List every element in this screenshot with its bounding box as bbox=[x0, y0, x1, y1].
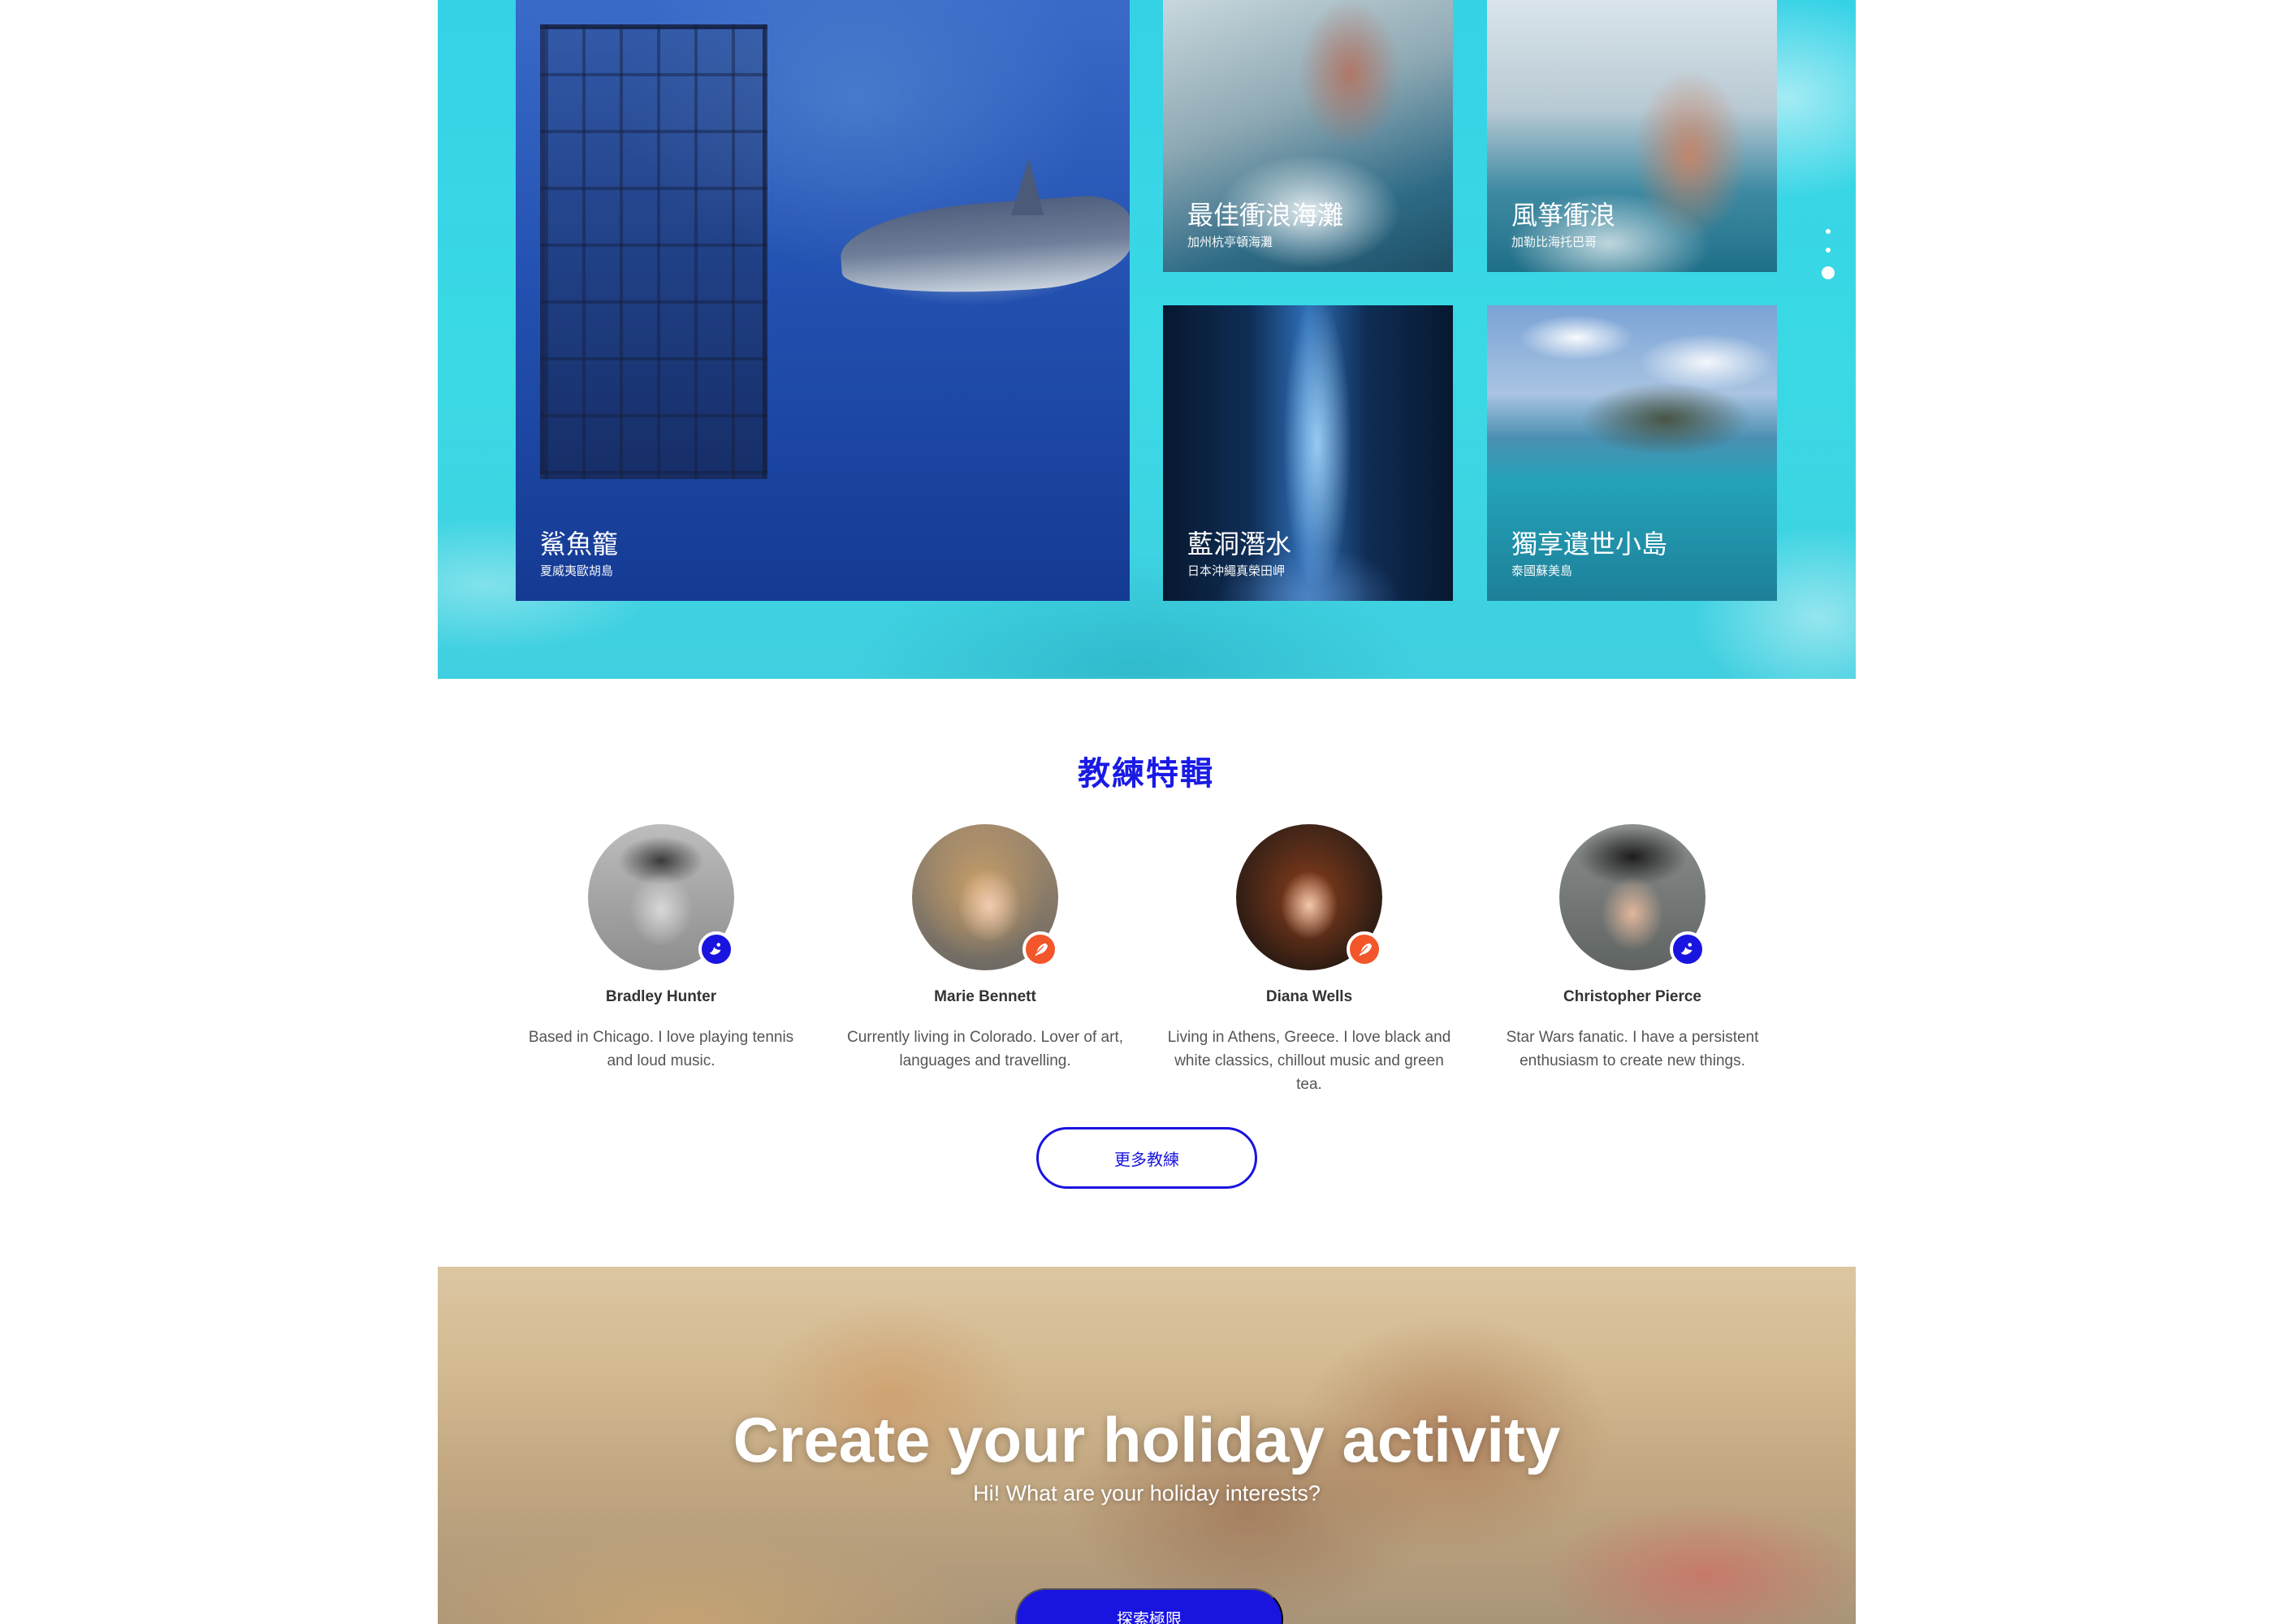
tile-caption: 最佳衝浪海灘 加州杭亭頓海灘 bbox=[1187, 199, 1343, 251]
pagination-dot-2[interactable] bbox=[1826, 248, 1831, 253]
coach-card[interactable]: Marie Bennett Currently living in Colora… bbox=[839, 824, 1131, 1073]
tile-title: 鯊魚籠 bbox=[540, 529, 619, 559]
coach-name[interactable]: Marie Bennett bbox=[839, 988, 1131, 1006]
shark-fin-image bbox=[1011, 158, 1044, 215]
holiday-banner: Create your holiday activity Hi! What ar… bbox=[438, 1267, 1856, 1624]
tile-caption: 風箏衝浪 加勒比海托巴哥 bbox=[1511, 199, 1615, 251]
pagination-dot-1[interactable] bbox=[1826, 229, 1831, 234]
tile-caption: 藍洞潛水 日本沖繩真榮田岬 bbox=[1187, 528, 1291, 580]
shark-image bbox=[837, 192, 1130, 303]
tile-subtitle: 加州杭亭頓海灘 bbox=[1187, 235, 1273, 249]
pagination-dot-3-active[interactable] bbox=[1822, 266, 1835, 279]
destination-tile-blue-cave-diving[interactable]: 藍洞潛水 日本沖繩真榮田岬 bbox=[1163, 305, 1453, 601]
coach-name[interactable]: Christopher Pierce bbox=[1486, 988, 1779, 1006]
tile-title: 最佳衝浪海灘 bbox=[1187, 200, 1344, 231]
tile-title: 藍洞潛水 bbox=[1187, 529, 1292, 559]
more-coaches-button[interactable]: 更多教練 bbox=[1036, 1127, 1257, 1189]
feather-icon bbox=[1022, 931, 1058, 967]
coach-card[interactable]: Christopher Pierce Star Wars fanatic. I … bbox=[1486, 824, 1779, 1073]
coach-name[interactable]: Diana Wells bbox=[1163, 988, 1455, 1006]
coach-bio: Based in Chicago. I love playing tennis … bbox=[528, 1029, 794, 1069]
avatar-wrap bbox=[1236, 824, 1382, 970]
destinations-panel: 鯊魚籠 夏威夷歐胡島 最佳衝浪海灘 加州杭亭頓海灘 風箏衝浪 加勒比海托巴哥 藍… bbox=[438, 0, 1856, 679]
tile-title: 獨享遺世小島 bbox=[1511, 529, 1668, 559]
surf-icon bbox=[1670, 931, 1706, 967]
coach-card[interactable]: Bradley Hunter Based in Chicago. I love … bbox=[515, 824, 807, 1073]
tile-caption: 獨享遺世小島 泰國蘇美島 bbox=[1511, 528, 1667, 580]
tile-subtitle: 夏威夷歐胡島 bbox=[540, 564, 614, 578]
destination-tile-shark-cage[interactable]: 鯊魚籠 夏威夷歐胡島 bbox=[516, 0, 1130, 601]
destination-tile-secluded-island[interactable]: 獨享遺世小島 泰國蘇美島 bbox=[1487, 305, 1777, 601]
tile-subtitle: 泰國蘇美島 bbox=[1511, 564, 1573, 578]
surf-icon bbox=[698, 931, 734, 967]
explore-button[interactable]: 探索極限 bbox=[1015, 1588, 1283, 1624]
pagination-dots bbox=[1820, 229, 1836, 293]
tile-title: 風箏衝浪 bbox=[1511, 200, 1616, 231]
shark-cage-image bbox=[540, 24, 767, 479]
coaches-section-title: 教練特輯 bbox=[1078, 755, 1214, 793]
tile-subtitle: 加勒比海托巴哥 bbox=[1511, 235, 1597, 249]
tile-caption: 鯊魚籠 夏威夷歐胡島 bbox=[540, 528, 618, 580]
avatar-wrap bbox=[912, 824, 1058, 970]
feather-icon bbox=[1347, 931, 1382, 967]
holiday-title: Create your holiday activity bbox=[733, 1404, 1561, 1475]
destination-tile-kitesurfing[interactable]: 風箏衝浪 加勒比海托巴哥 bbox=[1487, 0, 1777, 272]
coach-bio: Star Wars fanatic. I have a persistent e… bbox=[1506, 1029, 1759, 1069]
coach-bio: Currently living in Colorado. Lover of a… bbox=[846, 1029, 1124, 1069]
destination-tile-surfing-beach[interactable]: 最佳衝浪海灘 加州杭亭頓海灘 bbox=[1163, 0, 1453, 272]
coach-name[interactable]: Bradley Hunter bbox=[515, 988, 807, 1006]
avatar-wrap bbox=[588, 824, 734, 970]
avatar-wrap bbox=[1559, 824, 1706, 970]
holiday-subtitle: Hi! What are your holiday interests? bbox=[973, 1481, 1321, 1505]
tile-subtitle: 日本沖繩真榮田岬 bbox=[1187, 564, 1286, 578]
coach-bio: Living in Athens, Greece. I love black a… bbox=[1167, 1029, 1451, 1093]
coach-card[interactable]: Diana Wells Living in Athens, Greece. I … bbox=[1163, 824, 1455, 1096]
